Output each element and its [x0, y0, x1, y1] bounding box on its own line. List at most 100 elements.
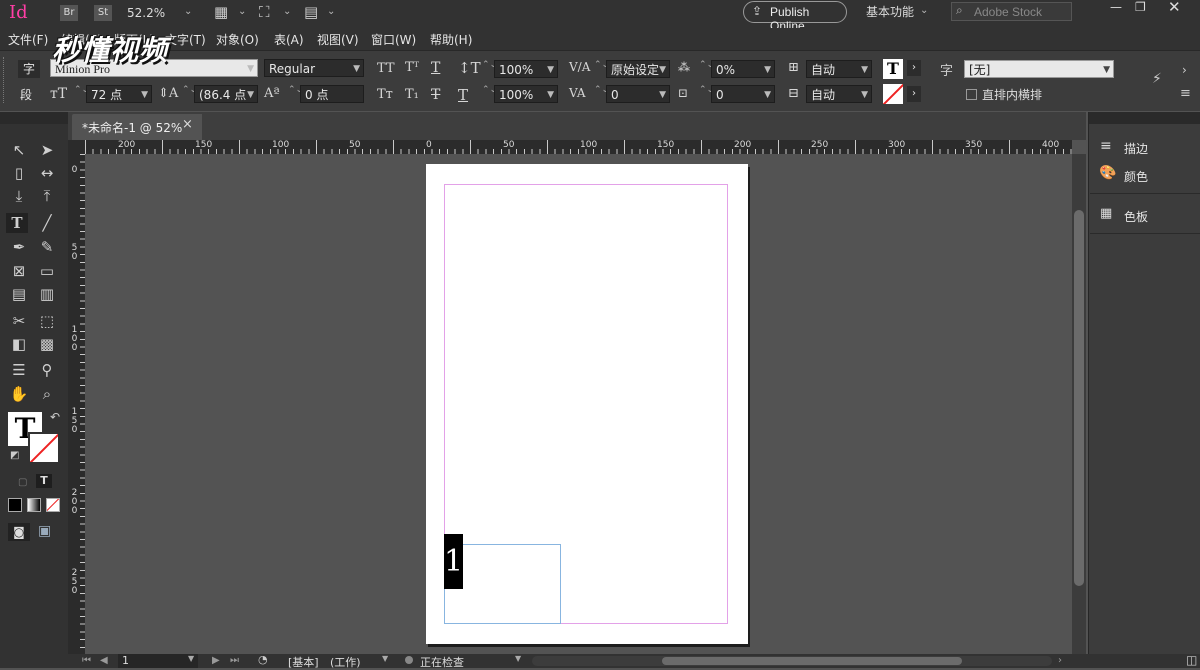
font-family-dropdown-icon[interactable]: ▼: [247, 60, 254, 78]
menu-help[interactable]: 帮助(H): [430, 31, 472, 48]
horizontal-scale-field[interactable]: 100% ▼: [494, 85, 558, 103]
swatches-panel-tab[interactable]: 色板: [1124, 208, 1148, 225]
color-panel-tab[interactable]: 颜色: [1124, 168, 1148, 185]
text-fill-arrow-icon[interactable]: ›: [907, 60, 921, 76]
tracking-field[interactable]: 0 ▼: [606, 85, 670, 103]
formatting-container-icon[interactable]: ▢: [18, 477, 27, 488]
horizontal-scale-dropdown-icon[interactable]: ▼: [547, 86, 554, 104]
text-fill-swatch[interactable]: T: [883, 59, 903, 79]
previous-page-icon[interactable]: ◀: [100, 655, 108, 666]
workspace-dropdown-icon[interactable]: ⌄: [920, 5, 928, 16]
hand-tool-icon[interactable]: ✋: [8, 384, 30, 404]
vertical-scroll-thumb[interactable]: [1074, 210, 1084, 586]
right-panel-header[interactable]: [1089, 112, 1200, 124]
next-page-icon[interactable]: ▶: [212, 655, 220, 666]
font-size-field[interactable]: 72 点 ▼: [86, 85, 152, 103]
last-page-icon[interactable]: ⏭: [230, 655, 239, 666]
scroll-right-icon[interactable]: ›: [1058, 655, 1062, 666]
eyedropper-tool-icon[interactable]: ⚲: [36, 360, 58, 380]
content-collector-icon[interactable]: ⤓: [8, 186, 30, 206]
tracking-dropdown-icon[interactable]: ▼: [659, 86, 666, 104]
leading-field[interactable]: (86.4 点 ▼: [194, 85, 258, 103]
document-tab[interactable]: *未命名-1 @ 52% ×: [72, 114, 202, 140]
apply-none-icon[interactable]: [46, 498, 60, 512]
gradient-feather-tool-icon[interactable]: ▩: [36, 334, 58, 354]
menu-table[interactable]: 表(A): [274, 31, 304, 48]
stroke-panel-icon[interactable]: ≡: [1100, 138, 1112, 154]
all-caps-icon[interactable]: TT: [377, 61, 395, 76]
color-panel-icon[interactable]: 🎨: [1099, 165, 1116, 181]
close-window-icon[interactable]: ✕: [1168, 0, 1181, 16]
kerning-field[interactable]: 原始设定 ▼: [606, 60, 670, 78]
menu-file[interactable]: 文件(F): [8, 31, 48, 48]
char-style-dropdown-icon[interactable]: ▼: [1103, 61, 1110, 79]
arrange-dropdown-icon[interactable]: ⌄: [327, 6, 335, 17]
skew-dropdown-icon[interactable]: ▼: [764, 86, 771, 104]
zoom-dropdown-icon[interactable]: ⌄: [184, 6, 192, 17]
master-dropdown-icon[interactable]: ▼: [382, 654, 388, 663]
stock-search[interactable]: ⌕ Adobe Stock: [951, 2, 1072, 21]
preflight-dropdown-icon[interactable]: ▼: [515, 654, 521, 663]
rectangle-frame-tool-icon[interactable]: ⊠: [8, 261, 30, 281]
menu-view[interactable]: 视图(V): [317, 31, 359, 48]
selection-tool-icon[interactable]: ↖: [8, 140, 30, 160]
text-stroke-swatch[interactable]: [883, 84, 903, 104]
free-transform-tool-icon[interactable]: ⬚: [36, 311, 58, 331]
stroke-panel-tab[interactable]: 描边: [1124, 140, 1148, 157]
default-colors-icon[interactable]: ◩: [10, 450, 19, 461]
control-panel-menu-icon[interactable]: ›: [1182, 63, 1187, 77]
zoom-tool-icon[interactable]: ⌕: [36, 384, 58, 404]
scissors-tool-icon[interactable]: ✂: [8, 311, 30, 331]
arrange-documents-icon[interactable]: ▤: [304, 3, 318, 21]
font-style-field[interactable]: Regular ▼: [264, 59, 364, 77]
publish-online-button[interactable]: ⇪ Publish Online: [743, 1, 847, 33]
menu-window[interactable]: 窗口(W): [371, 31, 416, 48]
paragraph-mode-button[interactable]: 段: [20, 86, 32, 103]
normal-view-icon[interactable]: ◙: [8, 523, 30, 541]
baseline-percent-field[interactable]: 0% ▼: [711, 60, 775, 78]
control-panel-options-icon[interactable]: ≡: [1180, 86, 1191, 101]
vertical-text-checkbox[interactable]: [966, 89, 977, 100]
view-options-dropdown-icon[interactable]: ⌄: [238, 6, 246, 17]
content-placer-icon[interactable]: ⤒: [36, 186, 58, 206]
menu-object[interactable]: 对象(O): [216, 31, 259, 48]
vertical-scale-dropdown-icon[interactable]: ▼: [547, 61, 554, 79]
strikethrough-icon[interactable]: T: [431, 87, 440, 103]
skew-field[interactable]: 0 ▼: [711, 85, 775, 103]
menu-type[interactable]: 文字(T): [165, 31, 206, 48]
control-grip[interactable]: [3, 57, 8, 103]
quick-apply-icon[interactable]: ⚡: [1152, 71, 1162, 87]
direct-selection-tool-icon[interactable]: ➤: [36, 140, 58, 160]
gradient-swatch-tool-icon[interactable]: ◧: [8, 334, 30, 354]
tracking-points-field[interactable]: 0 点: [300, 85, 364, 103]
vertical-grid-tool-icon[interactable]: ▥: [36, 284, 58, 304]
horizontal-grid-tool-icon[interactable]: ▤: [8, 284, 30, 304]
pen-tool-icon[interactable]: ✒: [8, 237, 30, 257]
vertical-ruler[interactable]: 0 50 100 150 200 250: [68, 154, 85, 654]
zoom-level[interactable]: 52.2%: [127, 6, 165, 20]
open-page-icon[interactable]: ◔: [258, 653, 268, 666]
stroke-swatch[interactable]: [28, 432, 60, 464]
apply-gradient-icon[interactable]: [27, 498, 41, 512]
first-page-icon[interactable]: ⏮: [82, 655, 91, 666]
line-tool-icon[interactable]: ╱: [36, 213, 58, 233]
auto-field-1[interactable]: 自动 ▼: [806, 60, 872, 78]
workspace-switcher[interactable]: 基本功能: [866, 3, 914, 20]
superscript-icon[interactable]: Tᵀ: [405, 60, 419, 75]
type-tool-icon[interactable]: T: [6, 213, 28, 233]
note-tool-icon[interactable]: ☰: [8, 360, 30, 380]
small-caps-icon[interactable]: Tᴛ: [377, 87, 393, 102]
page-tool-icon[interactable]: ▯: [8, 163, 30, 183]
page-number-field[interactable]: 1 ▼: [118, 654, 198, 668]
tools-panel-header[interactable]: [0, 112, 68, 124]
page-number-text[interactable]: 1: [444, 534, 463, 589]
swap-colors-icon[interactable]: ↶: [50, 410, 60, 424]
ruler-origin[interactable]: [68, 140, 85, 154]
text-stroke-arrow-icon[interactable]: ›: [907, 86, 921, 102]
font-style-dropdown-icon[interactable]: ▼: [353, 60, 360, 78]
underline-icon[interactable]: T: [431, 60, 440, 76]
formatting-text-icon[interactable]: T: [36, 474, 52, 488]
horizontal-scroll-thumb[interactable]: [662, 657, 962, 665]
leading-dropdown-icon[interactable]: ▼: [247, 86, 254, 104]
horizontal-scrollbar[interactable]: [532, 656, 1052, 666]
